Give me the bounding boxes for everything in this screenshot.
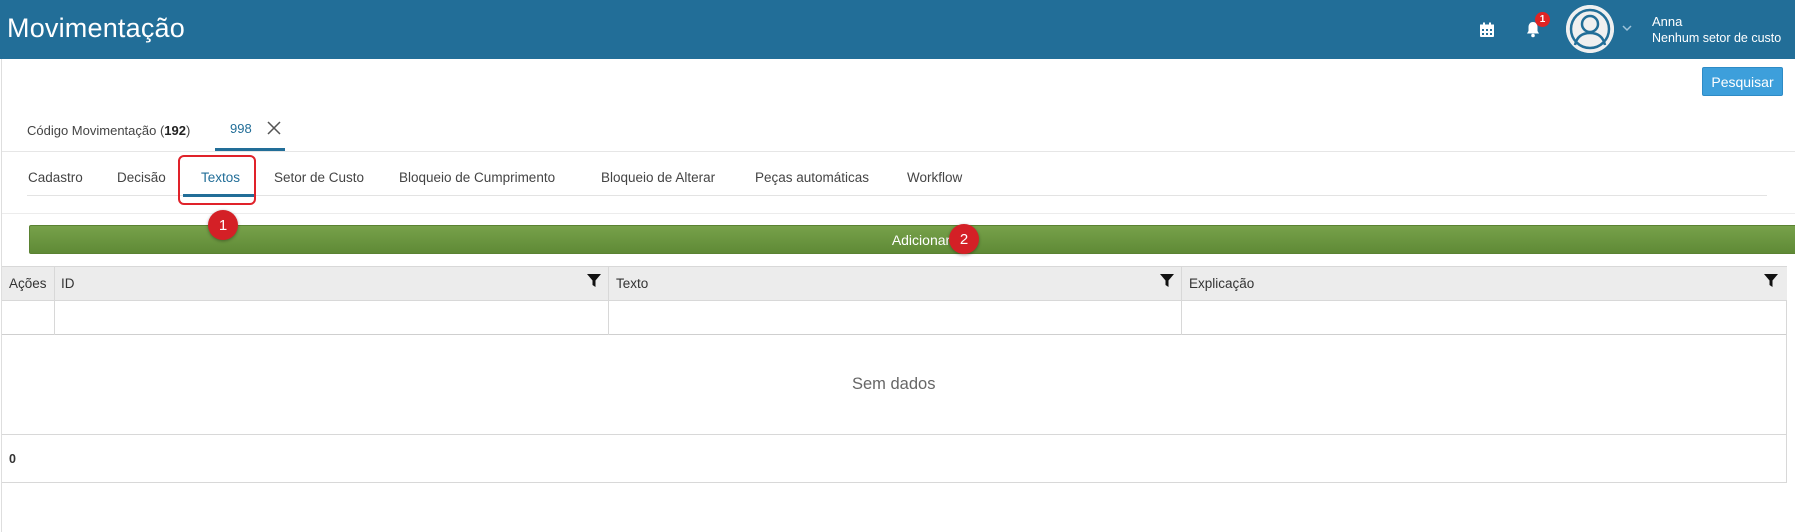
user-sector: Nenhum setor de custo <box>1652 31 1782 45</box>
page-title: Movimentação <box>7 13 185 43</box>
tab-workflow[interactable]: Workflow <box>907 170 962 185</box>
record-tab-suffix: ) <box>186 123 191 138</box>
total-count: 0 <box>9 452 16 466</box>
record-tab-prefix: Código Movimentação ( <box>27 123 165 138</box>
column-divider <box>54 266 55 335</box>
close-icon[interactable] <box>266 120 282 136</box>
filter-row <box>2 301 1787 335</box>
filter-icon[interactable] <box>1160 274 1174 288</box>
grid-border <box>1786 301 1787 483</box>
column-header-acoes: Ações <box>9 276 47 291</box>
empty-state-text: Sem dados <box>852 375 936 393</box>
grid-footer-divider <box>2 434 1787 435</box>
column-header-texto[interactable]: Texto <box>616 276 648 291</box>
add-button[interactable]: Adicionar <box>29 225 1795 254</box>
record-tab-active[interactable]: 998 <box>230 121 252 136</box>
filter-icon[interactable] <box>1764 274 1778 288</box>
divider <box>2 151 1795 152</box>
calendar-icon[interactable] <box>1477 20 1497 40</box>
column-divider <box>1181 266 1182 335</box>
tab-bloqueio-de-cumprimento[interactable]: Bloqueio de Cumprimento <box>399 170 555 185</box>
tab-decisao[interactable]: Decisão <box>117 170 166 185</box>
annotation-highlight-box <box>178 155 256 205</box>
divider <box>2 213 1795 214</box>
avatar[interactable] <box>1566 5 1614 53</box>
column-divider <box>608 266 609 335</box>
annotation-step-2: 2 <box>949 224 979 254</box>
tab-bloqueio-de-alterar[interactable]: Bloqueio de Alterar <box>601 170 715 185</box>
user-avatar-icon <box>1566 5 1614 53</box>
add-button-label: Adicionar <box>891 231 951 248</box>
search-button[interactable]: Pesquisar <box>1702 67 1783 96</box>
grid-bottom-border <box>2 482 1787 483</box>
tab-bar-line <box>27 195 1767 196</box>
tab-pecas-automaticas[interactable]: Peças automáticas <box>755 170 869 185</box>
app-header: Movimentação 1 Anna Nenhum setor de cust… <box>0 0 1795 59</box>
annotation-step-1: 1 <box>208 210 238 240</box>
grid-header <box>2 266 1787 301</box>
tab-cadastro[interactable]: Cadastro <box>28 170 83 185</box>
chevron-down-icon[interactable] <box>1620 21 1634 35</box>
column-header-explicacao[interactable]: Explicação <box>1189 276 1254 291</box>
column-header-id[interactable]: ID <box>61 276 75 291</box>
tab-setor-de-custo[interactable]: Setor de Custo <box>274 170 364 185</box>
user-name: Anna <box>1652 14 1683 29</box>
notification-badge: 1 <box>1535 12 1550 27</box>
record-tab-list[interactable]: Código Movimentação (192) <box>27 123 190 138</box>
filter-icon[interactable] <box>587 274 601 288</box>
record-count: 192 <box>164 123 186 138</box>
